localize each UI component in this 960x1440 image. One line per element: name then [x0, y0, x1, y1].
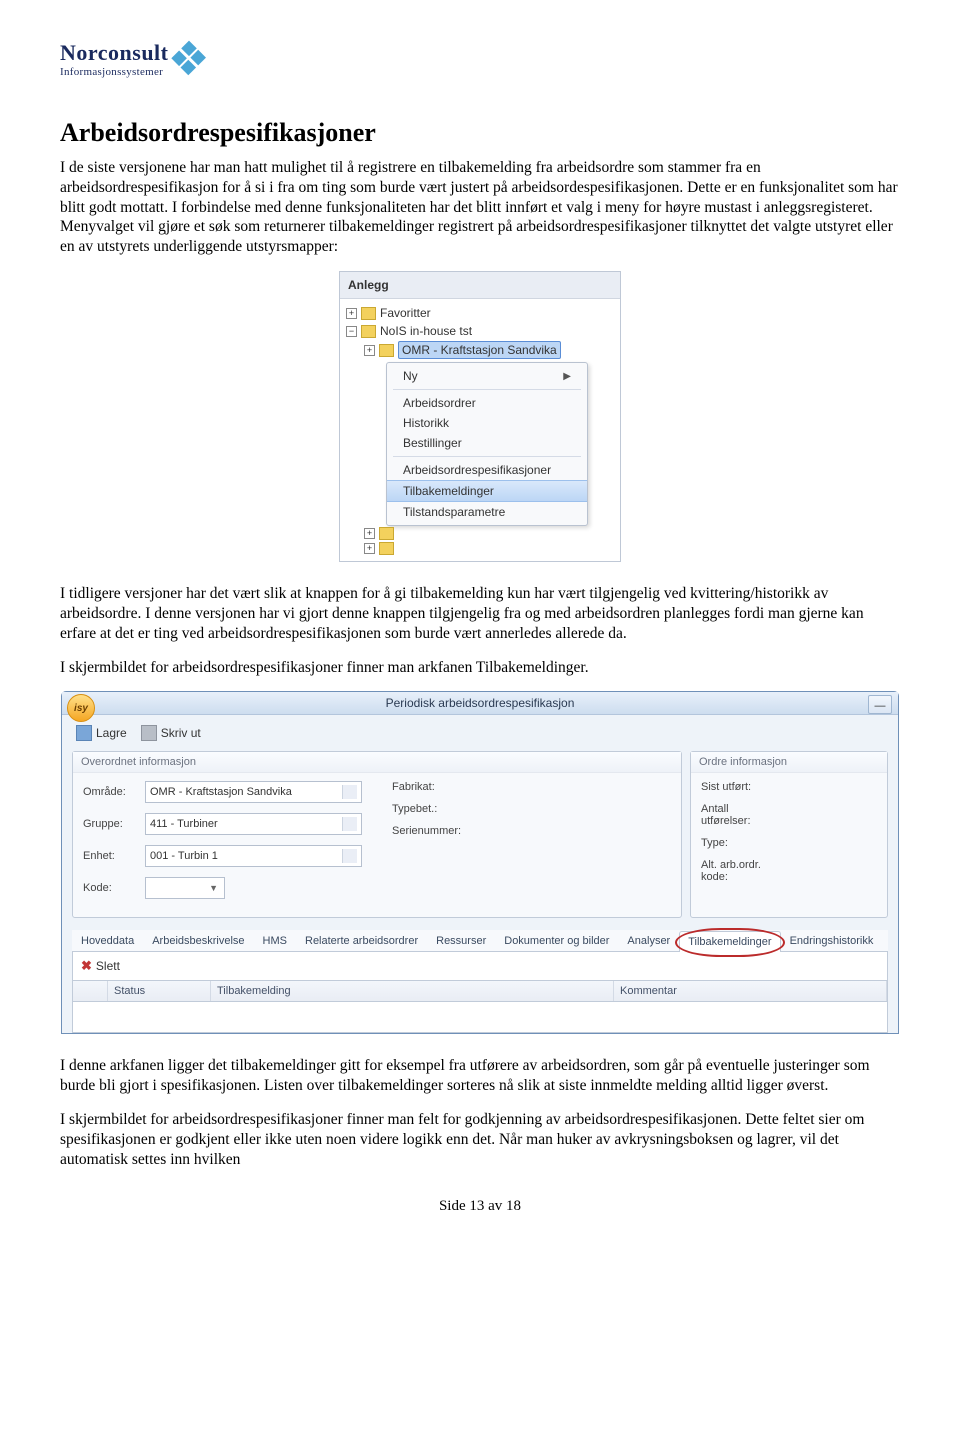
logo-mark-icon [169, 39, 209, 79]
logo-text-sub: Informasjonssystemer [60, 66, 169, 78]
minimize-button[interactable]: — [868, 695, 892, 714]
print-button[interactable]: Skriv ut [141, 725, 201, 741]
tab-hms[interactable]: HMS [254, 930, 296, 951]
folder-icon [361, 307, 376, 320]
folder-icon [361, 325, 376, 338]
menu-separator [393, 456, 581, 457]
page-heading: Arbeidsordrespesifikasjoner [60, 118, 900, 148]
logo-text-main: Norconsult [60, 40, 169, 66]
paragraph-2: I tidligere versjoner har det vært slik … [60, 584, 900, 643]
label-type: Type: [701, 837, 779, 849]
menu-arbeidsordrer[interactable]: Arbeidsordrer [387, 393, 587, 413]
grid-body-empty [72, 1002, 888, 1033]
chevron-right-icon: ▶ [563, 371, 571, 382]
context-menu: Ny ▶ Arbeidsordrer Historikk Bestillinge… [386, 362, 588, 526]
expand-icon[interactable]: + [364, 528, 375, 539]
chevron-down-icon[interactable]: ▼ [209, 883, 220, 893]
label-alt-kode: Alt. arb.ordr. kode: [701, 859, 779, 883]
window-title: Periodisk arbeidsordrespesifikasjon [386, 696, 575, 710]
delete-button[interactable]: Slett [96, 959, 120, 973]
save-button[interactable]: Lagre [76, 725, 127, 741]
expand-icon[interactable]: + [346, 308, 357, 319]
folder-icon [379, 344, 394, 357]
label-fabrikat: Fabrikat: [392, 781, 464, 793]
screenshot-spec-window: isy Periodisk arbeidsordrespesifikasjon … [61, 691, 899, 1034]
delete-icon: ✖ [81, 958, 92, 974]
tree-label: Favoritter [380, 305, 431, 321]
label-antall-utforelser: Antall utførelser: [701, 803, 779, 827]
folder-icon [379, 542, 394, 555]
tree-node-favoritter[interactable]: + Favoritter [346, 304, 614, 322]
menu-ny[interactable]: Ny ▶ [387, 366, 587, 386]
menu-tilstandsparametre[interactable]: Tilstandsparametre [387, 502, 587, 522]
expand-icon[interactable]: + [364, 345, 375, 356]
grid-col-status[interactable]: Status [108, 981, 211, 1001]
tab-endringshistorikk[interactable]: Endringshistorikk [781, 930, 883, 951]
label-serienummer: Serienummer: [392, 825, 464, 837]
grid-col-kommentar[interactable]: Kommentar [614, 981, 887, 1001]
menu-separator [393, 389, 581, 390]
menu-bestillinger[interactable]: Bestillinger [387, 433, 587, 453]
field-gruppe[interactable]: 411 - Turbiner [145, 813, 362, 835]
menu-historikk[interactable]: Historikk [387, 413, 587, 433]
tab-ressurser[interactable]: Ressurser [427, 930, 495, 951]
lookup-icon[interactable] [342, 817, 357, 831]
tree-node-nois[interactable]: − NoIS in-house tst [346, 322, 614, 340]
expand-icon[interactable]: + [364, 543, 375, 554]
lookup-icon[interactable] [342, 849, 357, 863]
page-footer: Side 13 av 18 [60, 1198, 900, 1215]
save-icon [76, 725, 92, 741]
panel-title: Ordre informasjon [691, 752, 887, 773]
brand-logo: Norconsult Informasjonssystemer [60, 40, 900, 78]
field-enhet[interactable]: 001 - Turbin 1 [145, 845, 362, 867]
panel-ordre-informasjon: Ordre informasjon Sist utført: Antall ut… [690, 751, 888, 918]
collapse-icon[interactable]: − [346, 326, 357, 337]
print-icon [141, 725, 157, 741]
paragraph-3: I skjermbildet for arbeidsordrespesifika… [60, 658, 900, 678]
tab-dokumenter-og-bilder[interactable]: Dokumenter og bilder [495, 930, 618, 951]
field-omrade[interactable]: OMR - Kraftstasjon Sandvika [145, 781, 362, 803]
screenshot-tree-context-menu: Anlegg + Favoritter − NoIS in-house tst … [339, 271, 621, 562]
tree-node-selected[interactable]: + OMR - Kraftstasjon Sandvika [346, 340, 614, 360]
grid-header: Status Tilbakemelding Kommentar [72, 981, 888, 1002]
tab-hoveddata[interactable]: Hoveddata [72, 930, 143, 951]
panel-title: Overordnet informasjon [73, 752, 681, 773]
label-omrade: Område: [83, 786, 139, 798]
paragraph-intro: I de siste versjonene har man hatt mulig… [60, 158, 900, 257]
field-kode[interactable]: ▼ [145, 877, 225, 899]
menu-arbeidsordrespesifikasjoner[interactable]: Arbeidsordrespesifikasjoner [387, 460, 587, 480]
lookup-icon[interactable] [342, 785, 357, 799]
tree-node[interactable]: + [346, 526, 614, 541]
label-enhet: Enhet: [83, 850, 139, 862]
tree-node[interactable]: + [346, 541, 614, 556]
paragraph-4: I denne arkfanen ligger det tilbakemeldi… [60, 1056, 900, 1096]
label-typebet: Typebet.: [392, 803, 464, 815]
tab-arbeidsbeskrivelse[interactable]: Arbeidsbeskrivelse [143, 930, 253, 951]
menu-tilbakemeldinger[interactable]: Tilbakemeldinger [387, 480, 587, 502]
folder-icon [379, 527, 394, 540]
tab-strip: Hoveddata Arbeidsbeskrivelse HMS Relater… [72, 930, 888, 952]
label-kode: Kode: [83, 882, 139, 894]
tree-label: NoIS in-house tst [380, 323, 472, 339]
tree-label-selected: OMR - Kraftstasjon Sandvika [398, 341, 561, 359]
grid-col-select[interactable] [73, 981, 108, 1001]
tab-tilbakemeldinger[interactable]: Tilbakemeldinger [679, 931, 780, 952]
tree-panel-title: Anlegg [340, 272, 620, 299]
grid-col-tilbakemelding[interactable]: Tilbakemelding [211, 981, 614, 1001]
grid-toolbar: ✖ Slett [72, 952, 888, 981]
panel-overordnet-informasjon: Overordnet informasjon Område: OMR - Kra… [72, 751, 682, 918]
paragraph-5: I skjermbildet for arbeidsordrespesifika… [60, 1110, 900, 1169]
label-gruppe: Gruppe: [83, 818, 139, 830]
tab-analyser[interactable]: Analyser [618, 930, 679, 951]
window-toolbar: Lagre Skriv ut [62, 715, 898, 745]
tab-relaterte-arbeidsordrer[interactable]: Relaterte arbeidsordrer [296, 930, 427, 951]
label-sist-utfort: Sist utført: [701, 781, 779, 793]
